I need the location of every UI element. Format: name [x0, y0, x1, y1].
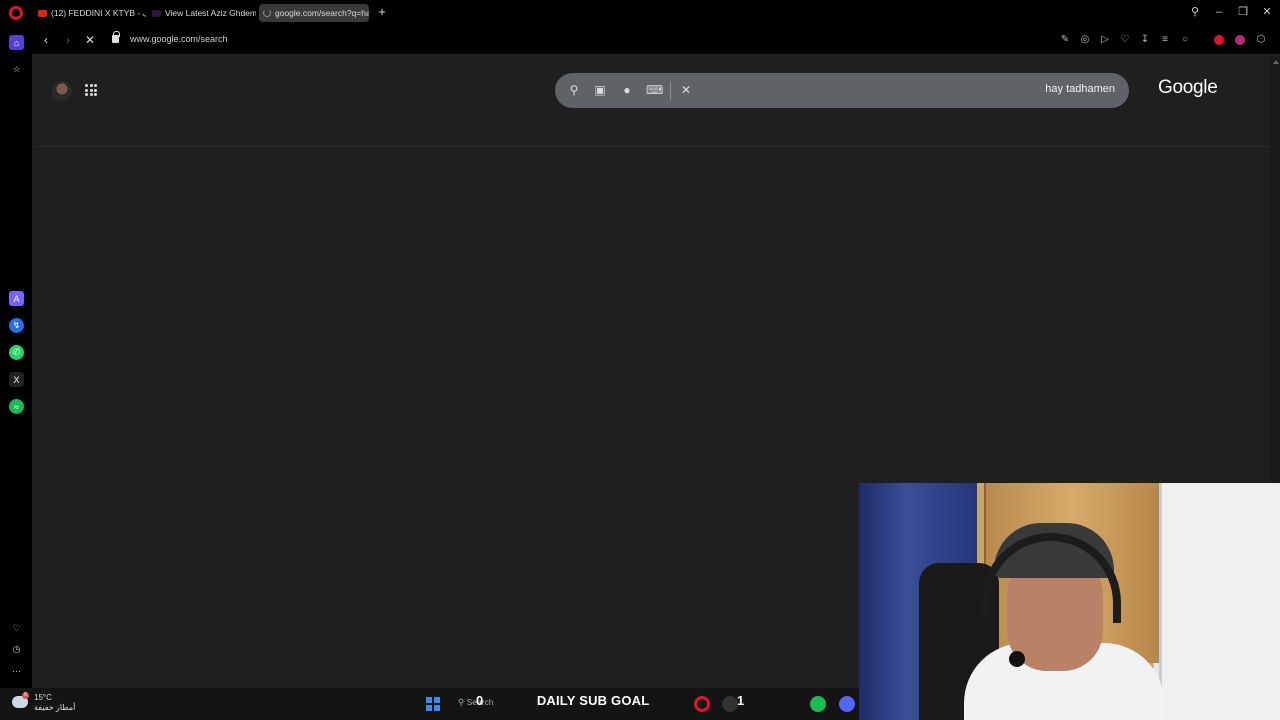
whatsapp-icon[interactable]: ✆ — [9, 345, 24, 360]
clear-icon[interactable]: ✕ — [678, 82, 694, 98]
tab-label: (12) FEDDINI X KTYB - لايف — [51, 7, 146, 18]
tab-youtube[interactable]: (12) FEDDINI X KTYB - لايف — [34, 4, 146, 22]
history-icon[interactable]: ◷ — [9, 642, 24, 657]
search-box[interactable]: ⚲ ▣ ● ⌨ ✕ hay tadhamen — [555, 73, 1129, 108]
keyboard-icon[interactable]: ⌨ — [646, 82, 663, 98]
address-bar-row: ‹ › ✕ www.google.com/search ✎ ◎ ▷ ♡ ↧ ≡ … — [32, 26, 1280, 54]
heart-sidebar-icon[interactable]: ♡ — [9, 621, 24, 636]
extensions-icon[interactable]: ⬡ — [1255, 34, 1267, 46]
header-divider — [34, 146, 1270, 147]
download-icon[interactable]: ↧ — [1139, 34, 1151, 46]
windows-taskbar: 6 15°C أمطار خفيفة ⚲ Search 0 DAILY SUB … — [0, 688, 859, 720]
camera-icon[interactable]: ◎ — [1079, 34, 1091, 46]
tab-aziz[interactable]: View Latest Aziz Ghdemsi — [148, 4, 256, 22]
aria-icon[interactable]: A — [9, 291, 24, 306]
account-avatar[interactable] — [52, 81, 72, 101]
site-icon — [152, 9, 161, 17]
app-taskbar-icon[interactable] — [722, 696, 738, 712]
search-input[interactable]: hay tadhamen — [1045, 83, 1115, 95]
weather-badge: 6 — [22, 692, 29, 699]
menu-icon[interactable]: ≡ — [1159, 34, 1171, 46]
temperature: 15°C — [34, 693, 52, 702]
more-icon[interactable]: ⋯ — [9, 664, 24, 679]
star-icon[interactable]: ☆ — [9, 62, 24, 77]
home-icon[interactable]: ⌂ — [9, 35, 24, 50]
google-logo[interactable]: Google — [1158, 77, 1218, 99]
spotify-taskbar-icon[interactable] — [810, 696, 826, 712]
opera-logo-icon[interactable] — [9, 6, 23, 20]
microphone-icon[interactable]: ● — [619, 82, 635, 98]
new-tab-button[interactable]: + — [376, 5, 388, 18]
separator — [670, 81, 671, 100]
weather-description: أمطار خفيفة — [34, 703, 76, 712]
tab-label: View Latest Aziz Ghdemsi — [165, 8, 256, 18]
loading-spinner-icon — [263, 9, 271, 17]
send-icon[interactable]: ▷ — [1099, 34, 1111, 46]
extension-pink-icon[interactable] — [1235, 35, 1245, 45]
back-button[interactable]: ‹ — [38, 32, 54, 48]
sub-goal-target: 1 — [736, 693, 745, 708]
profile-icon[interactable]: ○ — [1179, 34, 1191, 46]
minimize-button[interactable]: – — [1210, 4, 1228, 20]
tab-label: google.com/search?q=ha — [275, 8, 369, 18]
lock-icon[interactable] — [112, 31, 120, 43]
close-window-button[interactable]: ✕ — [1258, 4, 1276, 20]
edit-icon[interactable]: ✎ — [1059, 34, 1071, 46]
search-icon[interactable]: ⚲ — [566, 82, 582, 98]
webcam-overlay — [859, 483, 1280, 720]
url-field[interactable]: www.google.com/search — [130, 34, 228, 44]
messenger-icon[interactable]: ↯ — [9, 318, 24, 333]
sub-goal-current: 0 — [476, 693, 484, 708]
microphone — [1009, 651, 1025, 667]
start-button[interactable] — [426, 697, 440, 711]
door — [1159, 483, 1280, 720]
discord-taskbar-icon[interactable] — [839, 696, 855, 712]
tab-strip: (12) FEDDINI X KTYB - لايف View Latest A… — [0, 0, 1280, 26]
heart-icon[interactable]: ♡ — [1119, 34, 1131, 46]
weather-widget[interactable]: 15°C أمطار خفيفة — [34, 693, 75, 713]
opera-taskbar-icon[interactable] — [694, 696, 710, 712]
restore-button[interactable]: ❐ — [1234, 4, 1252, 20]
stop-loading-button[interactable]: ✕ — [82, 32, 98, 48]
youtube-icon — [38, 9, 47, 17]
google-apps-icon[interactable] — [85, 84, 97, 96]
tab-google-search[interactable]: google.com/search?q=ha — [259, 4, 369, 22]
spotify-icon[interactable]: ≈ — [9, 399, 24, 414]
tab-search-icon[interactable]: ⚲ — [1186, 4, 1204, 20]
sub-goal-label: DAILY SUB GOAL — [536, 693, 650, 708]
x-twitter-icon[interactable]: X — [9, 372, 24, 387]
forward-button[interactable]: › — [60, 32, 76, 48]
lens-icon[interactable]: ▣ — [592, 82, 608, 98]
extension-red-icon[interactable] — [1214, 35, 1224, 45]
opera-sidebar: ⌂ ☆ A ↯ ✆ X ≈ ♡ ◷ ⋯ — [0, 26, 32, 688]
